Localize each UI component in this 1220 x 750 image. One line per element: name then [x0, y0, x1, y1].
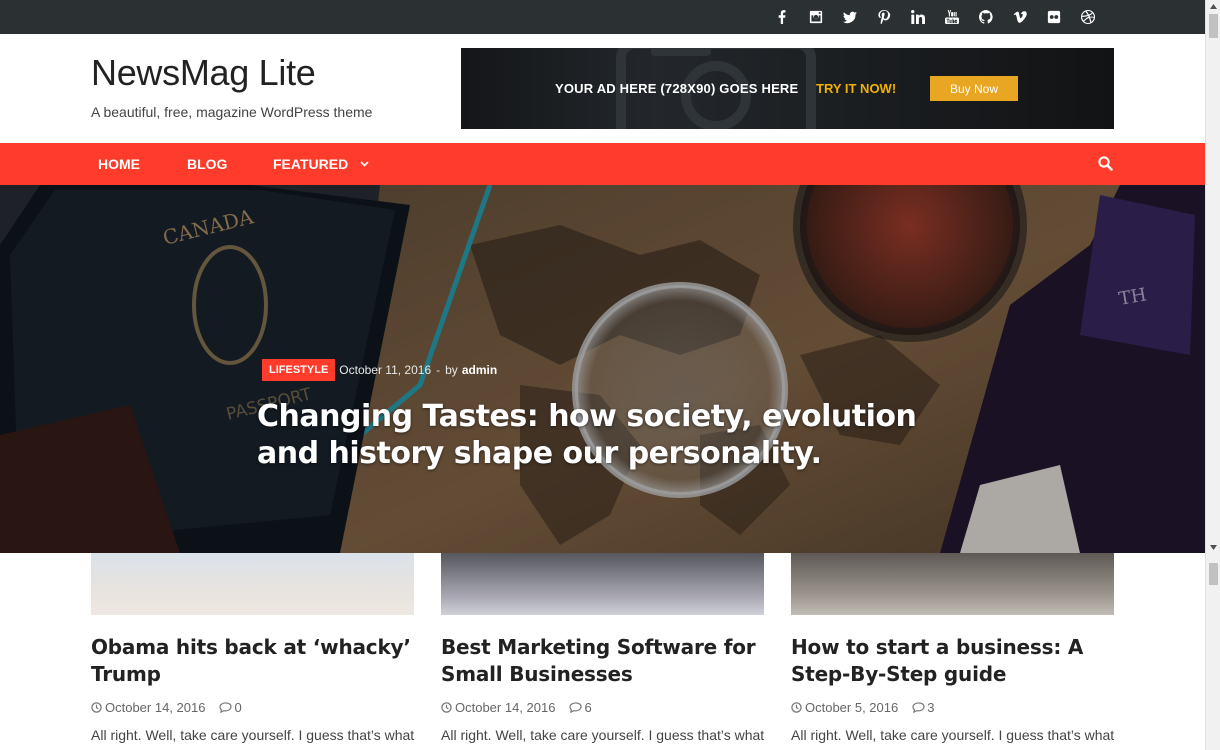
site-title[interactable]: NewsMag Lite: [91, 52, 316, 94]
comment-count: 6: [584, 700, 592, 715]
social-links: [765, 0, 1105, 34]
linkedin-icon[interactable]: [901, 0, 935, 34]
facebook-icon[interactable]: [765, 0, 799, 34]
article-card: Best Marketing Software for Small Busine…: [441, 553, 764, 743]
post-author-link[interactable]: admin: [462, 363, 497, 377]
article-thumbnail[interactable]: [791, 553, 1114, 615]
dribbble-icon[interactable]: [1071, 0, 1105, 34]
article-date: October 5, 2016: [805, 700, 899, 715]
nav-item-featured[interactable]: FEATURED: [273, 143, 369, 185]
scroll-up-arrow-icon[interactable]: [1206, 0, 1220, 12]
top-bar: [0, 0, 1205, 34]
category-badge[interactable]: LIFESTYLE: [262, 359, 336, 381]
pinterest-icon[interactable]: [867, 0, 901, 34]
comments-link[interactable]: 6: [569, 700, 592, 715]
article-card: How to start a business: A Step-By-Step …: [791, 553, 1114, 743]
comment-icon: [219, 702, 233, 713]
nav-item-label: HOME: [98, 156, 140, 172]
site-tagline: A beautiful, free, magazine WordPress th…: [91, 104, 373, 120]
scroll-thumb-secondary[interactable]: [1209, 563, 1218, 585]
clock-icon: [91, 702, 102, 713]
article-excerpt: All right. Well, take care yourself. I g…: [441, 727, 765, 743]
article-title[interactable]: Obama hits back at ‘whacky’ Trump: [91, 634, 414, 688]
comments-link[interactable]: 0: [219, 700, 242, 715]
ad-cta-text: TRY IT NOW!: [816, 81, 897, 96]
comment-icon: [912, 702, 925, 713]
buy-now-button[interactable]: Buy Now: [930, 76, 1018, 101]
youtube-icon[interactable]: [935, 0, 969, 34]
article-meta: October 5, 2016 3: [791, 700, 1114, 715]
article-date: October 14, 2016: [455, 700, 556, 715]
flickr-icon[interactable]: [1037, 0, 1071, 34]
nav-item-label: FEATURED: [273, 156, 349, 172]
article-thumbnail[interactable]: [441, 553, 764, 615]
github-icon[interactable]: [969, 0, 1003, 34]
search-icon[interactable]: [1098, 156, 1113, 171]
page-scrollbar[interactable]: [1205, 0, 1220, 750]
hero-post-title[interactable]: Changing Tastes: how society, evolution …: [257, 398, 977, 472]
clock-icon: [441, 702, 452, 713]
comment-icon: [569, 702, 583, 713]
article-title[interactable]: How to start a business: A Step-By-Step …: [791, 634, 1114, 688]
byline-prefix: by: [445, 363, 458, 377]
meta-separator: -: [436, 363, 441, 377]
post-date: October 11, 2016: [339, 363, 432, 377]
article-thumbnail[interactable]: [91, 553, 414, 615]
comment-count: 0: [234, 700, 242, 715]
clock-icon: [791, 702, 802, 713]
nav-item-home[interactable]: HOME: [98, 143, 140, 185]
article-meta: October 14, 2016 6: [441, 700, 764, 715]
chevron-down-icon: [360, 161, 369, 167]
hero-featured-post[interactable]: CANADA PASSPORT TH: [0, 185, 1205, 553]
article-excerpt: All right. Well, take care yourself. I g…: [91, 727, 415, 743]
article-title[interactable]: Best Marketing Software for Small Busine…: [441, 634, 764, 688]
instagram-icon[interactable]: [799, 0, 833, 34]
main-nav: HOME BLOG FEATURED: [0, 143, 1205, 185]
scroll-down-arrow-icon[interactable]: [1206, 541, 1220, 553]
article-excerpt: All right. Well, take care yourself. I g…: [791, 727, 1115, 743]
twitter-icon[interactable]: [833, 0, 867, 34]
article-date: October 14, 2016: [105, 700, 206, 715]
comments-link[interactable]: 3: [912, 700, 934, 715]
scroll-thumb[interactable]: [1209, 14, 1218, 38]
article-card: Obama hits back at ‘whacky’ Trump Octobe…: [91, 553, 414, 743]
ad-banner[interactable]: YOUR AD HERE (728X90) GOES HERE TRY IT N…: [461, 48, 1114, 129]
hero-post-meta: LIFESTYLE October 11, 2016 - by admin: [262, 359, 497, 381]
vimeo-icon[interactable]: [1003, 0, 1037, 34]
article-meta: October 14, 2016 0: [91, 700, 414, 715]
hero-background-image: CANADA PASSPORT TH: [0, 185, 1205, 553]
comment-count: 3: [927, 700, 935, 715]
nav-item-label: BLOG: [187, 156, 228, 172]
nav-item-blog[interactable]: BLOG: [187, 143, 227, 185]
ad-text: YOUR AD HERE (728X90) GOES HERE: [555, 81, 799, 96]
